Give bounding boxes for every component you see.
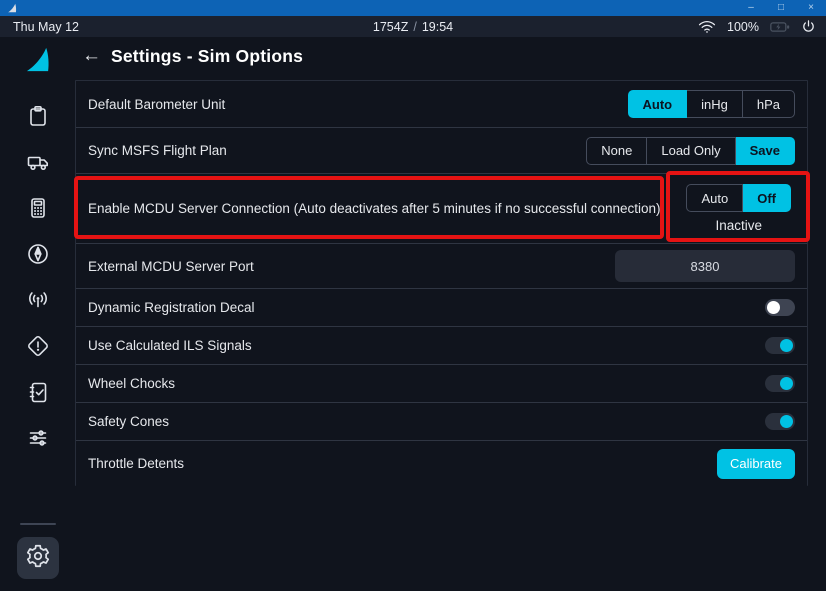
sidebar-item-presets[interactable] [18,426,58,450]
truck-icon [26,150,50,174]
mcdu-off-button[interactable]: Off [743,184,791,212]
sidebar-item-settings[interactable] [17,537,59,579]
sidebar-item-failures[interactable] [18,334,58,358]
hazard-icon [26,334,50,358]
battery-percent-label: 100% [727,20,759,34]
compass-icon [26,242,50,266]
toggle-knob [780,339,793,352]
setting-label: Dynamic Registration Decal [88,300,255,315]
safety-cones-toggle[interactable] [765,413,795,430]
toggle-knob [780,377,793,390]
setting-row-external-mcdu-server-port: External MCDU Server Port 8380 [76,244,807,289]
setting-row-dynamic-registration-decal: Dynamic Registration Decal [76,289,807,327]
power-icon[interactable] [801,19,816,34]
dynamic-registration-toggle[interactable] [765,299,795,316]
barometer-unit-segmented: Auto inHg hPa [628,90,796,118]
status-time-separator: / [408,20,421,34]
setting-label: Throttle Detents [88,456,184,471]
settings-list: Default Barometer Unit Auto inHg hPa Syn… [75,80,808,486]
sidebar-item-ground-services[interactable] [18,150,58,174]
efb-statusbar: Thu May 12 1754Z/19:54 100% [0,16,826,37]
setting-row-default-barometer-unit: Default Barometer Unit Auto inHg hPa [76,81,807,128]
sync-load-only-button[interactable]: Load Only [647,137,735,165]
battery-charging-icon [770,21,790,33]
setting-label: Default Barometer Unit [88,97,225,112]
sidebar-nav [0,37,75,591]
calibrate-button[interactable]: Calibrate [717,449,795,479]
barometer-auto-button[interactable]: Auto [628,90,688,118]
sync-flightplan-segmented: None Load Only Save [586,137,795,165]
setting-row-safety-cones: Safety Cones [76,403,807,441]
setting-label: Wheel Chocks [88,376,175,391]
efb-window: – □ × Thu May 12 1754Z/19:54 100% [0,0,826,591]
toggle-knob [767,301,780,314]
wifi-icon [698,20,716,34]
setting-row-sync-msfs-flight-plan: Sync MSFS Flight Plan None Load Only Sav… [76,128,807,174]
sidebar-item-navigation[interactable] [18,242,58,266]
calculator-icon [26,196,50,220]
setting-label: Sync MSFS Flight Plan [88,143,227,158]
setting-label: Safety Cones [88,414,169,429]
status-time-local: 19:54 [422,20,453,34]
barometer-inhg-button[interactable]: inHg [687,90,743,118]
status-time-utc: 1754Z [373,20,408,34]
mcdu-server-segmented: Auto Off [686,184,791,212]
flybywire-logo [24,46,51,78]
app-icon [7,3,17,13]
sidebar-item-dashboard[interactable] [18,104,58,128]
setting-row-mcdu-server-connection: Enable MCDU Server Connection (Auto deac… [76,174,807,244]
toggle-knob [780,415,793,428]
gear-icon [25,543,51,574]
page-title: Settings - Sim Options [111,46,303,67]
calculated-ils-toggle[interactable] [765,337,795,354]
wheel-chocks-toggle[interactable] [765,375,795,392]
back-button[interactable]: ← [82,45,104,67]
mcdu-server-port-input[interactable]: 8380 [615,250,795,282]
window-titlebar: – □ × [0,0,826,16]
checklist-icon [26,380,50,404]
sidebar-item-checklists[interactable] [18,380,58,404]
mcdu-server-control: Auto Off Inactive [686,184,791,233]
clipboard-icon [26,104,50,128]
barometer-hpa-button[interactable]: hPa [743,90,795,118]
sync-none-button[interactable]: None [586,137,647,165]
antenna-icon [26,288,50,312]
sliders-icon [26,426,50,450]
sidebar-item-atc[interactable] [18,288,58,312]
maximize-button[interactable]: □ [766,0,796,16]
sync-save-button[interactable]: Save [736,137,795,165]
sidebar-item-performance[interactable] [18,196,58,220]
setting-row-throttle-detents: Throttle Detents Calibrate [76,441,807,486]
minimize-button[interactable]: – [736,0,766,16]
setting-row-wheel-chocks: Wheel Chocks [76,365,807,403]
setting-label: External MCDU Server Port [88,259,254,274]
setting-label: Enable MCDU Server Connection (Auto deac… [88,201,661,216]
sidebar-divider [20,523,56,525]
setting-label: Use Calculated ILS Signals [88,338,252,353]
mcdu-connection-status: Inactive [715,218,762,233]
page-header: ← Settings - Sim Options [82,45,303,67]
setting-row-use-calculated-ils-signals: Use Calculated ILS Signals [76,327,807,365]
close-button[interactable]: × [796,0,826,16]
mcdu-auto-button[interactable]: Auto [686,184,743,212]
